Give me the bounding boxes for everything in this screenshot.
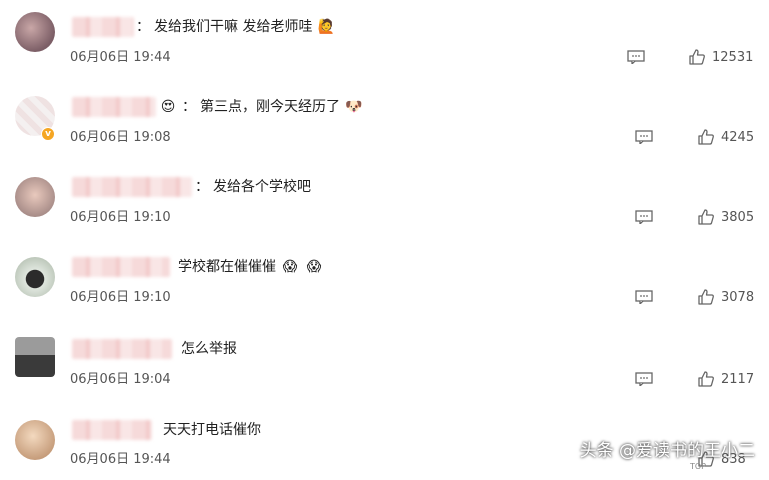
emoji-icon: 😱 <box>306 259 322 275</box>
thumbs-up-icon <box>689 49 705 65</box>
avatar[interactable] <box>15 257 55 297</box>
like-count: 4245 <box>721 129 755 145</box>
comment-icon[interactable] <box>635 290 653 304</box>
avatar[interactable] <box>15 420 55 460</box>
comment-text: 发给各个学校吧 <box>213 179 311 195</box>
comment-icon[interactable] <box>635 372 653 386</box>
avatar[interactable] <box>15 337 55 377</box>
avatar[interactable] <box>15 177 55 217</box>
comment-item: 学校都在催催催 😱 😱 06月06日 19:10 3078 <box>0 240 769 320</box>
comment-date: 06月06日 19:10 <box>70 210 171 225</box>
comment-text-row: 怎么举报 <box>181 339 237 359</box>
comment-text-row: 学校都在催催催 😱 😱 <box>178 257 324 277</box>
comment-item: ： 发给各个学校吧 06月06日 19:10 3805 <box>0 160 769 240</box>
like-count: 2117 <box>721 371 755 387</box>
avatar[interactable] <box>15 12 55 52</box>
comment-icon[interactable] <box>635 210 653 224</box>
username-blurred[interactable] <box>72 257 170 277</box>
like-count: 3805 <box>721 209 755 225</box>
like-count: 3078 <box>721 289 755 305</box>
comment-text-row: ： 发给我们干嘛 发给老师哇 🙋 <box>136 17 336 37</box>
comment-item: ： 发给我们干嘛 发给老师哇 🙋 06月06日 19:44 12531 <box>0 0 769 80</box>
comment-item: 怎么举报 06月06日 19:04 2117 <box>0 320 769 400</box>
emoji-icon: 😍 <box>160 99 176 115</box>
comment-item: v 😍 ： 第三点，刚今天经历了 🐶 06月06日 19:08 4245 <box>0 80 769 160</box>
like-button[interactable]: 3078 <box>697 288 754 306</box>
comment-date: 06月06日 19:44 <box>70 50 171 65</box>
comment-text: 第三点，刚今天经历了 <box>200 99 340 115</box>
comment-text: 学校都在催催催 <box>178 259 276 275</box>
thumbs-up-icon <box>698 289 714 305</box>
watermark: 头条 @爱读书的王小二 <box>579 441 755 461</box>
emoji-icon: 😱 <box>282 259 298 275</box>
like-count: 12531 <box>712 49 754 65</box>
comment-date: 06月06日 19:44 <box>70 452 171 467</box>
like-button[interactable]: 12531 <box>688 48 753 66</box>
like-button[interactable]: 4245 <box>697 128 754 146</box>
thumbs-up-icon <box>698 209 714 225</box>
username-blurred[interactable] <box>72 420 152 440</box>
comment-date: 06月06日 19:04 <box>70 372 171 387</box>
comment-text-row: ： 发给各个学校吧 <box>195 177 311 197</box>
emoji-icon: 🐶 <box>345 99 363 115</box>
username-blurred[interactable] <box>72 97 156 117</box>
username-blurred[interactable] <box>72 177 192 197</box>
username-blurred[interactable] <box>72 17 134 37</box>
verified-badge-icon: v <box>41 127 55 141</box>
comment-text: 怎么举报 <box>181 341 237 357</box>
thumbs-up-icon <box>698 129 714 145</box>
comment-colon: ： <box>182 99 196 115</box>
like-button[interactable]: 2117 <box>697 370 754 388</box>
comment-text: 发给我们干嘛 发给老师哇 <box>154 19 313 35</box>
username-blurred[interactable] <box>72 339 172 359</box>
comment-text-row: 😍 ： 第三点，刚今天经历了 🐶 <box>158 97 364 117</box>
thumbs-up-icon <box>698 371 714 387</box>
comment-text-row: 天天打电话催你 <box>163 420 261 440</box>
back-to-top-button[interactable]: TOP <box>690 462 706 471</box>
comment-text: 天天打电话催你 <box>163 422 261 438</box>
comment-icon[interactable] <box>635 130 653 144</box>
comment-date: 06月06日 19:10 <box>70 290 171 305</box>
emoji-icon: 🙋 <box>317 19 336 35</box>
comment-colon: ： <box>195 179 209 195</box>
comment-date: 06月06日 19:08 <box>70 130 171 145</box>
comment-colon: ： <box>136 19 150 35</box>
comment-icon[interactable] <box>627 50 645 64</box>
like-button[interactable]: 3805 <box>697 208 754 226</box>
